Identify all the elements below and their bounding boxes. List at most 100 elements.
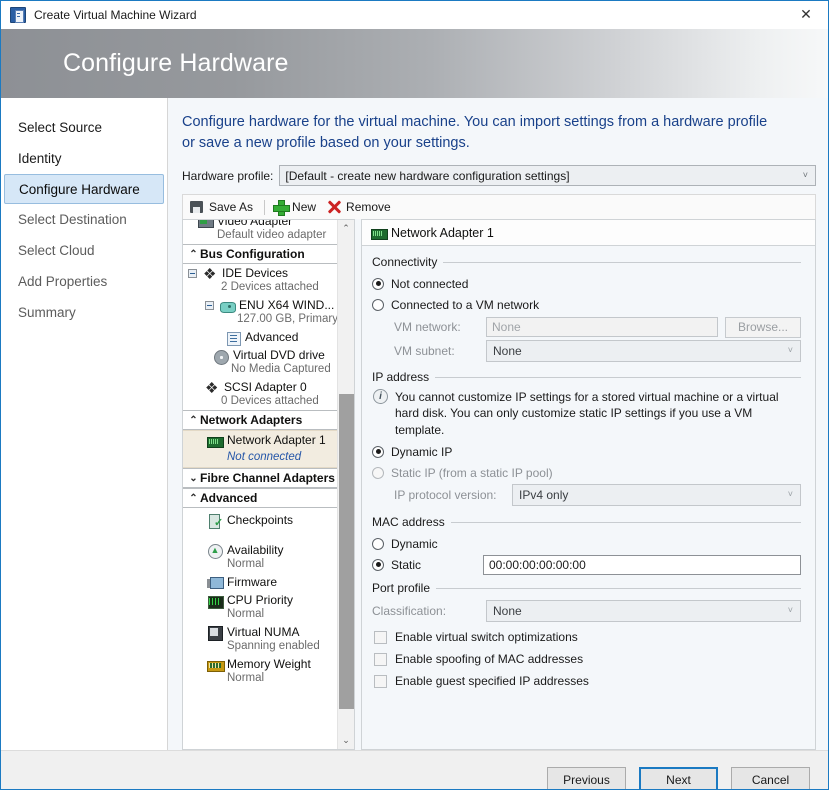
save-as-button[interactable]: Save As xyxy=(186,196,260,218)
section-title: Port profile xyxy=(372,581,430,595)
previous-button[interactable]: Previous xyxy=(547,767,626,790)
tree-item-advanced-disk[interactable]: Advanced xyxy=(183,328,339,346)
scrollbar-thumb[interactable] xyxy=(339,394,354,709)
new-button[interactable]: New xyxy=(269,196,323,218)
tree-item-label: Checkpoints xyxy=(227,512,293,528)
remove-button[interactable]: Remove xyxy=(323,196,398,218)
tree-item-label: IDE Devices xyxy=(222,265,288,281)
cpu-priority-icon xyxy=(207,593,223,609)
vm-wizard-icon xyxy=(10,7,26,23)
hardware-profile-select[interactable]: [Default - create new hardware configura… xyxy=(279,165,816,186)
network-adapter-icon xyxy=(371,225,387,241)
mac-address-input[interactable]: 00:00:00:00:00:00 xyxy=(483,555,801,575)
browse-button[interactable]: Browse... xyxy=(725,317,801,338)
checkbox-label: Enable guest specified IP addresses xyxy=(395,674,589,688)
tree-item-label: Virtual DVD drive xyxy=(233,347,325,363)
checkbox-enable-guest-specified-ip-addresses[interactable]: Enable guest specified IP addresses xyxy=(372,670,801,692)
detail-header: Network Adapter 1 xyxy=(362,220,815,246)
hardware-profile-row: Hardware profile: [Default - create new … xyxy=(182,165,816,186)
chevron-down-icon: ˅ xyxy=(788,345,793,355)
radio-icon xyxy=(372,299,384,311)
wizard-steps-sidebar: Select Source Identity Configure Hardwar… xyxy=(1,98,168,750)
tree-item-label: ENU X64 WIND... xyxy=(239,297,334,313)
radio-mac-dynamic[interactable]: Dynamic xyxy=(372,533,801,554)
tree-item-label: Network Adapter 1 xyxy=(227,432,326,448)
tree-group-label: Fibre Channel Adapters xyxy=(200,471,335,485)
adapter-detail-pane: Network Adapter 1 Connectivity Not conn xyxy=(361,219,816,750)
hardware-tree[interactable]: Video Adapter Default video adapter ⌃ Bu… xyxy=(182,219,355,750)
bus-icon xyxy=(202,266,218,282)
classification-select[interactable]: None ˅ xyxy=(486,600,801,622)
tree-item-firmware[interactable]: Firmware xyxy=(183,573,339,591)
chevron-down-icon: ˅ xyxy=(788,489,793,499)
classification-value: None xyxy=(493,604,522,618)
radio-mac-static[interactable]: Static 00:00:00:00:00:00 xyxy=(372,554,801,575)
tree-group-advanced[interactable]: ⌃ Advanced xyxy=(183,488,339,508)
expander-icon[interactable] xyxy=(188,269,197,278)
tree-group-network-adapters[interactable]: ⌃ Network Adapters xyxy=(183,410,339,430)
radio-icon xyxy=(372,559,384,571)
section-title: MAC address xyxy=(372,515,445,529)
checkbox-icon xyxy=(374,653,387,666)
ip-protocol-select[interactable]: IPv4 only ˅ xyxy=(512,484,801,506)
tree-item-label: Video Adapter xyxy=(217,219,292,228)
sidebar-item-select-destination[interactable]: Select Destination xyxy=(4,204,164,235)
tree-item-network-adapter-1[interactable]: Network Adapter 1 Not connected xyxy=(183,430,339,468)
checkbox-label: Enable virtual switch optimizations xyxy=(395,630,578,644)
checkbox-enable-spoofing-of-mac-addresses[interactable]: Enable spoofing of MAC addresses xyxy=(372,648,801,670)
vm-subnet-select[interactable]: None ˅ xyxy=(486,340,801,362)
sidebar-item-summary[interactable]: Summary xyxy=(4,297,164,328)
scroll-up-icon[interactable]: ⌃ xyxy=(338,220,354,237)
radio-label: Dynamic xyxy=(391,537,438,551)
radio-static-ip[interactable]: Static IP (from a static IP pool) xyxy=(372,462,801,483)
window-title: Create Virtual Machine Wizard xyxy=(34,8,197,22)
radio-icon xyxy=(372,278,384,290)
tree-item-label: Availability xyxy=(227,542,283,558)
sidebar-item-configure-hardware[interactable]: Configure Hardware xyxy=(4,174,164,204)
cancel-button[interactable]: Cancel xyxy=(731,767,810,790)
radio-not-connected[interactable]: Not connected xyxy=(372,273,801,294)
tree-item-checkpoints[interactable]: Checkpoints xyxy=(183,508,339,529)
chevron-up-icon: ⌃ xyxy=(187,415,200,426)
tree-item-label: CPU Priority xyxy=(227,592,293,608)
radio-connected-to-vm-network[interactable]: Connected to a VM network xyxy=(372,294,801,315)
remove-x-icon xyxy=(326,199,342,215)
tree-group-bus-configuration[interactable]: ⌃ Bus Configuration xyxy=(183,244,339,264)
section-title: IP address xyxy=(372,370,429,384)
remove-label: Remove xyxy=(346,200,391,214)
section-divider xyxy=(443,262,801,263)
tree-item-availability[interactable]: Availability xyxy=(183,529,339,559)
tree-scrollbar[interactable]: ⌃ ⌄ xyxy=(337,220,354,749)
vm-network-row: VM network: None Browse... xyxy=(372,315,801,339)
expander-icon[interactable] xyxy=(205,301,214,310)
tree-item-status: Not connected xyxy=(227,451,301,463)
sidebar-item-select-source[interactable]: Select Source xyxy=(4,112,164,143)
sidebar-item-add-properties[interactable]: Add Properties xyxy=(4,266,164,297)
vm-subnet-row: VM subnet: None ˅ xyxy=(372,339,801,363)
port-profile-section: Port profile Classification: None ˅ xyxy=(372,581,801,692)
radio-dynamic-ip[interactable]: Dynamic IP xyxy=(372,441,801,462)
ip-protocol-label: IP protocol version: xyxy=(394,488,512,502)
sidebar-item-identity[interactable]: Identity xyxy=(4,143,164,174)
scroll-down-icon[interactable]: ⌄ xyxy=(338,732,354,749)
tree-item-label: Memory Weight xyxy=(227,656,311,672)
vm-network-input[interactable]: None xyxy=(486,317,718,337)
sidebar-item-label: Configure Hardware xyxy=(19,182,140,197)
advanced-icon xyxy=(225,330,241,346)
checkbox-enable-virtual-switch-optimizations[interactable]: Enable virtual switch optimizations xyxy=(372,626,801,648)
sidebar-item-label: Select Destination xyxy=(18,212,127,227)
close-icon[interactable]: ✕ xyxy=(784,1,828,28)
disk-icon xyxy=(219,298,235,314)
next-button[interactable]: Next xyxy=(639,767,718,790)
mac-address-section: MAC address Dynamic Static 00:00:00:00:0… xyxy=(372,515,801,575)
dvd-icon xyxy=(213,348,229,364)
chevron-up-icon: ⌃ xyxy=(187,249,200,260)
radio-label: Dynamic IP xyxy=(391,445,452,459)
tree-group-fibre-channel-adapters[interactable]: ⌄ Fibre Channel Adapters xyxy=(183,468,339,488)
radio-label: Not connected xyxy=(391,277,468,291)
sidebar-item-select-cloud[interactable]: Select Cloud xyxy=(4,235,164,266)
hardware-profile-label: Hardware profile: xyxy=(182,169,273,183)
tree-item-enu-x64-wind-sub: 127.00 GB, Primary xyxy=(183,311,339,328)
new-label: New xyxy=(292,200,316,214)
chevron-up-icon: ⌃ xyxy=(187,493,200,504)
